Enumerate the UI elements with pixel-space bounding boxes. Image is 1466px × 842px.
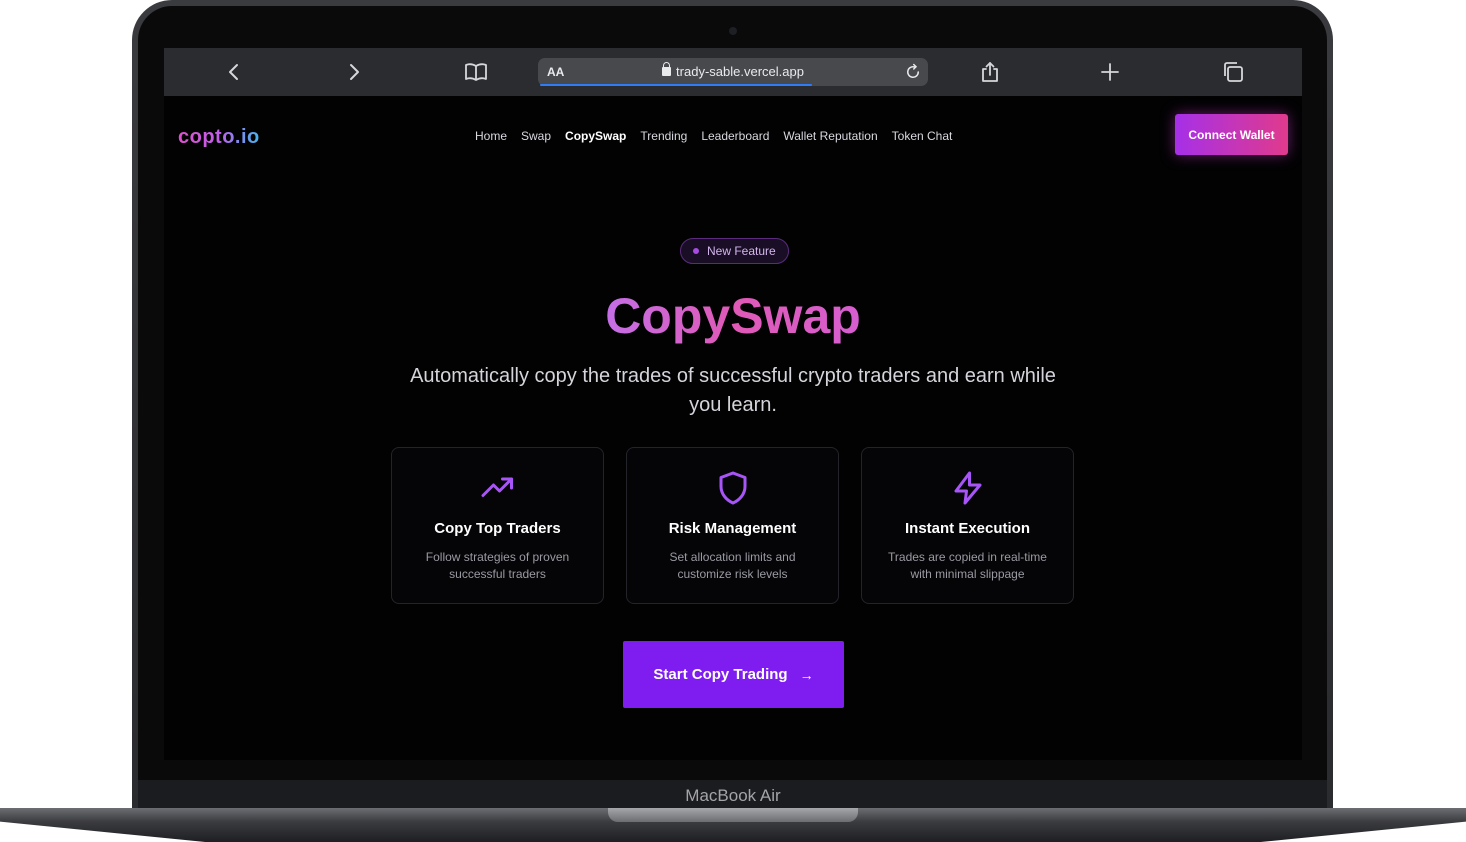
laptop-hinge-notch (608, 808, 858, 822)
tabs-icon[interactable] (1221, 60, 1245, 84)
bookmarks-icon[interactable] (464, 60, 488, 84)
cta-label: Start Copy Trading (653, 666, 788, 683)
feature-desc: Trades are copied in real-time with mini… (888, 550, 1047, 581)
feature-title: Instant Execution (904, 520, 1031, 537)
page-load-progress (540, 84, 812, 86)
url-bar[interactable]: AA trady-sable.vercel.app (538, 58, 928, 86)
nav-trending[interactable]: Trending (640, 129, 687, 143)
arrow-right-icon: → (799, 666, 814, 683)
feature-desc: Set allocation limits and customize risk… (669, 550, 796, 581)
browser-toolbar: AA trady-sable.vercel.app (164, 48, 1302, 96)
reload-icon[interactable] (904, 63, 922, 81)
nav-copyswap[interactable]: CopySwap (565, 129, 626, 143)
browser-screen: AA trady-sable.vercel.app copto.io Home … (164, 48, 1302, 760)
lightning-icon (950, 470, 986, 506)
connect-wallet-button[interactable]: Connect Wallet (1175, 114, 1288, 155)
site-logo[interactable]: copto.io (178, 126, 260, 149)
forward-icon[interactable] (342, 60, 366, 84)
trending-up-icon (480, 470, 516, 506)
feature-title: Copy Top Traders (434, 520, 561, 537)
nav-home[interactable]: Home (475, 129, 507, 143)
lock-icon (662, 62, 672, 76)
new-feature-badge: New Feature (680, 238, 789, 264)
start-copy-trading-button[interactable]: Start Copy Trading → (623, 641, 844, 708)
hero-subtitle: Automatically copy the trades of success… (410, 365, 1056, 416)
badge-dot-icon (693, 248, 699, 254)
feature-card-instant-execution: Instant Execution Trades are copied in r… (861, 447, 1074, 604)
feature-card-copy-top-traders: Copy Top Traders Follow strategies of pr… (391, 447, 604, 604)
back-icon[interactable] (222, 60, 246, 84)
nav-wallet-reputation[interactable]: Wallet Reputation (783, 129, 877, 143)
page-title: CopySwap (164, 286, 1302, 346)
nav-leaderboard[interactable]: Leaderboard (701, 129, 769, 143)
url-display: trady-sable.vercel.app (538, 62, 928, 79)
url-text: trady-sable.vercel.app (676, 64, 804, 79)
page-title-text: CopySwap (605, 288, 861, 344)
new-tab-icon[interactable] (1098, 60, 1122, 84)
nav-token-chat[interactable]: Token Chat (892, 129, 953, 143)
main-nav: Home Swap CopySwap Trending Leaderboard … (475, 129, 952, 143)
camera-icon (729, 27, 737, 35)
nav-swap[interactable]: Swap (521, 129, 551, 143)
share-icon[interactable] (978, 60, 1002, 84)
feature-card-risk-management: Risk Management Set allocation limits an… (626, 447, 839, 604)
shield-icon (715, 470, 751, 506)
feature-title: Risk Management (668, 520, 797, 537)
badge-label: New Feature (707, 244, 776, 258)
feature-desc: Follow strategies of proven successful t… (425, 550, 570, 581)
model-label: MacBook Air (685, 786, 781, 805)
